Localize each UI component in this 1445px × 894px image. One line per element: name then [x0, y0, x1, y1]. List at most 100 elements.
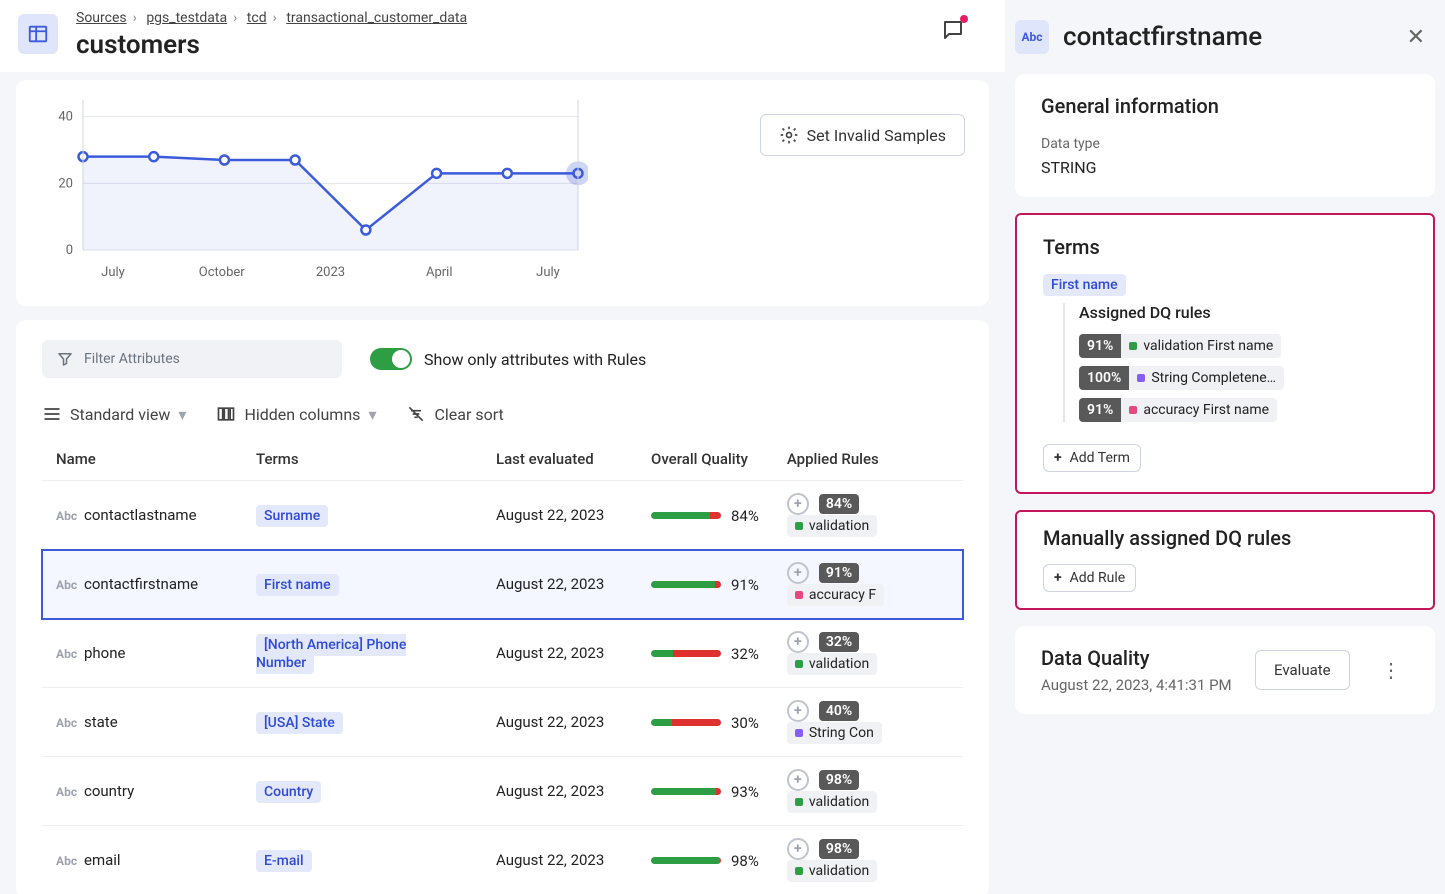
- add-rule-icon[interactable]: +: [787, 493, 809, 515]
- clear-sort-icon: [406, 404, 426, 424]
- term-chip[interactable]: Country: [256, 781, 321, 803]
- col-last[interactable]: Last evaluated: [482, 438, 637, 481]
- manual-heading: Manually assigned DQ rules: [1043, 526, 1407, 550]
- close-button[interactable]: ✕: [1397, 21, 1435, 54]
- attr-name: email: [84, 851, 121, 869]
- table-row[interactable]: AbccontactlastnameSurnameAugust 22, 2023…: [42, 481, 963, 550]
- overall-quality: 93%: [651, 783, 759, 801]
- gear-icon: [779, 125, 799, 145]
- filter-attributes-input[interactable]: Filter Attributes: [42, 340, 342, 378]
- term-chip[interactable]: E-mail: [256, 850, 312, 872]
- evaluate-button[interactable]: Evaluate: [1255, 650, 1350, 690]
- assigned-rule[interactable]: 100%String Completene…: [1079, 366, 1407, 390]
- col-terms[interactable]: Terms: [242, 438, 482, 481]
- crumb-0[interactable]: Sources: [76, 10, 127, 26]
- datatype-value: STRING: [1041, 158, 1409, 177]
- col-name[interactable]: Name: [42, 438, 242, 481]
- data-quality-card: Data Quality August 22, 2023, 4:41:31 PM…: [1015, 626, 1435, 714]
- svg-text:July: July: [536, 265, 560, 280]
- add-rule-icon[interactable]: +: [787, 838, 809, 860]
- attr-name: state: [84, 713, 118, 731]
- table-icon: [18, 14, 58, 54]
- attr-name: country: [84, 782, 134, 800]
- overall-quality: 98%: [651, 852, 759, 870]
- chevron-down-icon: ▾: [178, 405, 186, 424]
- kebab-menu[interactable]: ⋮: [1373, 658, 1409, 682]
- col-overall[interactable]: Overall Quality: [637, 438, 773, 481]
- quality-chart: 02040JulyOctober2023AprilJuly: [28, 90, 588, 290]
- details-panel: Abc contactfirstname ✕ General informati…: [1005, 0, 1445, 894]
- add-rule-button[interactable]: +Add Rule: [1043, 564, 1136, 592]
- svg-text:July: July: [101, 265, 125, 280]
- last-evaluated: August 22, 2023: [482, 757, 637, 826]
- table-row[interactable]: Abcphone[North America] Phone NumberAugu…: [42, 619, 963, 688]
- term-chip[interactable]: First name: [1043, 274, 1126, 296]
- assigned-rules-heading: Assigned DQ rules: [1079, 303, 1407, 322]
- page-title: customers: [76, 30, 467, 60]
- chart-card: 02040JulyOctober2023AprilJuly Set Invali…: [16, 80, 989, 306]
- table-row[interactable]: Abcstate[USA] StateAugust 22, 202330%+40…: [42, 688, 963, 757]
- table-row[interactable]: AbccountryCountryAugust 22, 202393%+98% …: [42, 757, 963, 826]
- rule-pct: 91%: [819, 563, 859, 583]
- rule-label: validation: [787, 791, 877, 813]
- term-chip[interactable]: Surname: [256, 505, 328, 527]
- rule-label: String Con: [787, 722, 882, 744]
- term-chip[interactable]: [USA] State: [256, 712, 343, 734]
- general-heading: General information: [1041, 94, 1409, 118]
- general-card: General information Data type STRING: [1015, 74, 1435, 197]
- type-icon: Abc: [56, 785, 84, 799]
- crumb-1[interactable]: pgs_testdata: [146, 10, 227, 26]
- assigned-rule[interactable]: 91%accuracy First name: [1079, 398, 1407, 422]
- svg-text:2023: 2023: [316, 265, 345, 280]
- rule-label: validation: [787, 653, 877, 675]
- crumb-3[interactable]: transactional_customer_data: [286, 10, 467, 26]
- svg-text:April: April: [426, 265, 453, 280]
- crumb-2[interactable]: tcd: [247, 10, 267, 26]
- add-rule-icon[interactable]: +: [787, 562, 809, 584]
- table-row[interactable]: AbcemailE-mailAugust 22, 202398%+98% val…: [42, 826, 963, 894]
- rule-pct: 40%: [819, 701, 859, 721]
- last-evaluated: August 22, 2023: [482, 550, 637, 619]
- standard-view-dropdown[interactable]: Standard view ▾: [42, 404, 186, 424]
- svg-text:20: 20: [58, 176, 73, 191]
- terms-heading: Terms: [1043, 235, 1407, 259]
- attributes-table: Name Terms Last evaluated Overall Qualit…: [42, 438, 963, 894]
- term-chip[interactable]: [North America] Phone Number: [256, 634, 406, 674]
- overall-quality: 91%: [651, 576, 759, 594]
- list-icon: [42, 404, 62, 424]
- add-rule-icon[interactable]: +: [787, 631, 809, 653]
- rule-label: accuracy F: [787, 584, 884, 606]
- type-icon: Abc: [56, 854, 84, 868]
- col-applied[interactable]: Applied Rules: [773, 438, 963, 481]
- add-rule-icon[interactable]: +: [787, 700, 809, 722]
- add-rule-icon[interactable]: +: [787, 769, 809, 791]
- last-evaluated: August 22, 2023: [482, 688, 637, 757]
- manual-rules-card: Manually assigned DQ rules +Add Rule: [1015, 510, 1435, 610]
- overall-quality: 32%: [651, 645, 759, 663]
- last-evaluated: August 22, 2023: [482, 826, 637, 894]
- type-icon: Abc: [56, 509, 84, 523]
- columns-icon: [216, 404, 236, 424]
- filter-icon: [56, 350, 74, 368]
- rule-label: validation: [787, 860, 877, 882]
- terms-card: Terms First name Assigned DQ rules 91%va…: [1015, 213, 1435, 494]
- rule-pct: 84%: [819, 494, 859, 514]
- svg-text:40: 40: [58, 110, 73, 125]
- set-invalid-samples-button[interactable]: Set Invalid Samples: [760, 114, 965, 156]
- rules-only-toggle[interactable]: [370, 348, 412, 370]
- chevron-down-icon: ▾: [368, 405, 376, 424]
- term-chip[interactable]: First name: [256, 574, 339, 596]
- add-term-button[interactable]: +Add Term: [1043, 444, 1141, 472]
- type-icon: Abc: [1015, 20, 1049, 54]
- attr-name: contactlastname: [84, 506, 197, 524]
- type-icon: Abc: [56, 578, 84, 592]
- breadcrumbs: Sources› pgs_testdata› tcd› transactiona…: [76, 10, 467, 26]
- comments-icon[interactable]: [941, 18, 965, 46]
- svg-text:October: October: [199, 265, 245, 280]
- clear-sort-button[interactable]: Clear sort: [406, 404, 503, 424]
- rule-label: validation: [787, 515, 877, 537]
- table-row[interactable]: Abccontactfirstname First name August 22, …: [42, 550, 963, 619]
- attr-name: contactfirstname: [84, 575, 198, 593]
- hidden-columns-dropdown[interactable]: Hidden columns ▾: [216, 404, 376, 424]
- assigned-rule[interactable]: 91%validation First name: [1079, 334, 1407, 358]
